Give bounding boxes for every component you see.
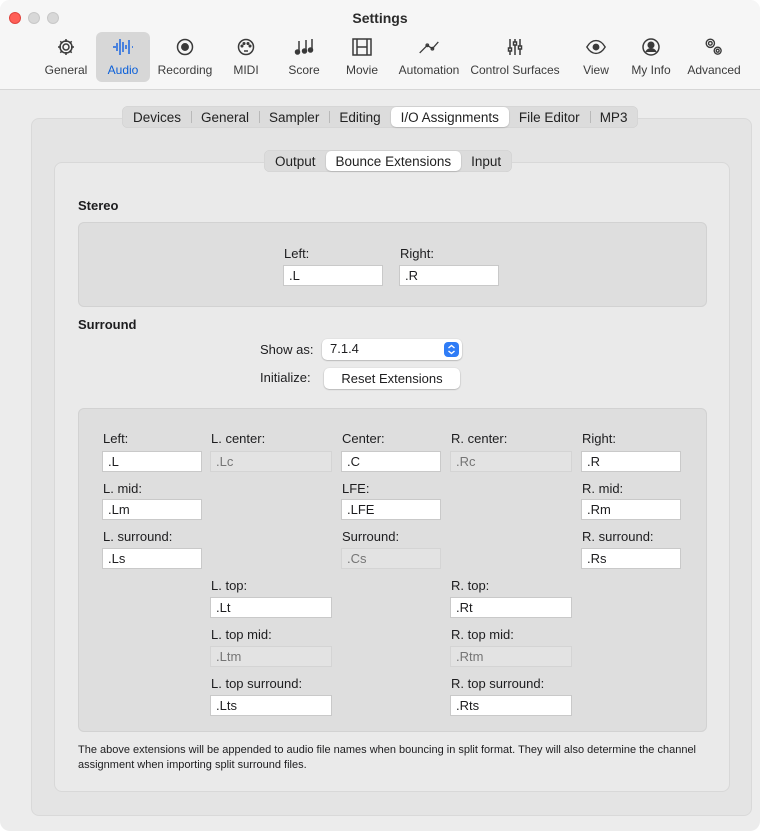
gears-icon — [703, 36, 725, 58]
subtab-input[interactable]: Input — [461, 151, 511, 171]
tab-automation-label: Automation — [398, 63, 460, 77]
tab-my-info-label: My Info — [631, 63, 671, 77]
stereo-section-title: Stereo — [78, 198, 119, 213]
r-center-field — [450, 451, 572, 472]
tab-midi-label: MIDI — [233, 63, 259, 77]
tab-score-label: Score — [288, 63, 320, 77]
tab-advanced-label: Advanced — [687, 63, 741, 77]
show-as-popup[interactable]: 7.1.4 — [322, 339, 462, 360]
stereo-right-label: Right: — [400, 246, 434, 261]
r-mid-field[interactable] — [581, 499, 681, 520]
person-icon — [640, 36, 662, 58]
toolbar: Settings General Audio Recording MIDI Sc… — [0, 0, 760, 90]
io-subtabs: Output Bounce Extensions Input — [264, 150, 513, 172]
left-field[interactable] — [102, 451, 202, 472]
center-field[interactable] — [341, 451, 441, 472]
subtab-file-editor[interactable]: File Editor — [509, 107, 590, 127]
stereo-left-label: Left: — [284, 246, 310, 261]
waveform-icon — [112, 36, 134, 58]
settings-window: Settings General Audio Recording MIDI Sc… — [0, 0, 760, 831]
left-label: Left: — [103, 431, 129, 446]
subtab-devices[interactable]: Devices — [123, 107, 191, 127]
r-top-mid-label: R. top mid: — [451, 627, 514, 642]
l-center-field — [210, 451, 332, 472]
music-notes-icon — [293, 36, 315, 58]
tab-audio-label: Audio — [107, 63, 139, 77]
record-icon — [174, 36, 196, 58]
footnote-text: The above extensions will be appended to… — [78, 744, 697, 771]
subtab-bounce-extensions[interactable]: Bounce Extensions — [325, 151, 462, 171]
tab-general-label: General — [44, 63, 88, 77]
l-top-field[interactable] — [210, 597, 332, 618]
lfe-label: LFE: — [342, 481, 370, 496]
l-center-label: L. center: — [211, 431, 266, 446]
r-surround-label: R. surround: — [582, 529, 654, 544]
gear-icon — [55, 36, 77, 58]
tab-movie[interactable]: Movie — [340, 32, 384, 82]
tab-midi[interactable]: MIDI — [224, 32, 268, 82]
l-top-label: L. top: — [211, 578, 248, 593]
window-title: Settings — [352, 10, 408, 26]
l-top-surround-label: L. top surround: — [211, 676, 303, 691]
r-top-surround-label: R. top surround: — [451, 676, 545, 691]
r-top-mid-field — [450, 646, 572, 667]
tab-control-surfaces-label: Control Surfaces — [470, 63, 560, 77]
l-top-mid-field — [210, 646, 332, 667]
tab-view[interactable]: View — [576, 32, 616, 82]
audio-subtabs: Devices General Sampler Editing I/O Assi… — [122, 106, 639, 128]
subtab-output[interactable]: Output — [265, 151, 326, 171]
lfe-field[interactable] — [341, 499, 441, 520]
faders-icon — [504, 36, 526, 58]
tab-automation[interactable]: Automation — [394, 32, 464, 82]
r-top-label: R. top: — [451, 578, 490, 593]
right-field[interactable] — [581, 451, 681, 472]
tab-general[interactable]: General — [40, 32, 92, 82]
initialize-label: Initialize: — [260, 370, 311, 385]
l-mid-label: L. mid: — [103, 481, 143, 496]
subtab-io-assignments[interactable]: I/O Assignments — [390, 107, 509, 127]
subtab-sampler[interactable]: Sampler — [259, 107, 329, 127]
stereo-left-field[interactable] — [283, 265, 383, 286]
surround-section-title: Surround — [78, 317, 137, 332]
r-mid-label: R. mid: — [582, 481, 624, 496]
center-label: Center: — [342, 431, 385, 446]
tab-view-label: View — [583, 63, 609, 77]
tab-recording-label: Recording — [157, 63, 213, 77]
reset-extensions-button[interactable]: Reset Extensions — [324, 368, 460, 389]
right-label: Right: — [582, 431, 616, 446]
tab-score[interactable]: Score — [284, 32, 324, 82]
l-mid-field[interactable] — [102, 499, 202, 520]
surround-center-field — [341, 548, 441, 569]
subtab-mp3[interactable]: MP3 — [589, 107, 638, 127]
l-surround-label: L. surround: — [103, 529, 173, 544]
tab-advanced[interactable]: Advanced — [684, 32, 744, 82]
stereo-right-field[interactable] — [399, 265, 499, 286]
eye-icon — [585, 36, 607, 58]
l-top-mid-label: L. top mid: — [211, 627, 272, 642]
automation-curve-icon — [418, 36, 440, 58]
surround-center-label: Surround: — [342, 529, 400, 544]
show-as-value: 7.1.4 — [330, 341, 359, 356]
chevron-updown-icon — [444, 342, 459, 357]
r-center-label: R. center: — [451, 431, 508, 446]
tab-my-info[interactable]: My Info — [626, 32, 676, 82]
r-surround-field[interactable] — [581, 548, 681, 569]
midi-port-icon — [235, 36, 257, 58]
tab-recording[interactable]: Recording — [154, 32, 216, 82]
stereo-box — [78, 222, 707, 307]
tab-audio[interactable]: Audio — [96, 32, 150, 82]
l-top-surround-field[interactable] — [210, 695, 332, 716]
subtab-editing[interactable]: Editing — [329, 107, 390, 127]
r-top-surround-field[interactable] — [450, 695, 572, 716]
tab-control-surfaces[interactable]: Control Surfaces — [466, 32, 564, 82]
r-top-field[interactable] — [450, 597, 572, 618]
show-as-label: Show as: — [260, 342, 314, 357]
film-icon — [351, 36, 373, 58]
tab-movie-label: Movie — [345, 63, 378, 77]
l-surround-field[interactable] — [102, 548, 202, 569]
subtab-general[interactable]: General — [191, 107, 259, 127]
